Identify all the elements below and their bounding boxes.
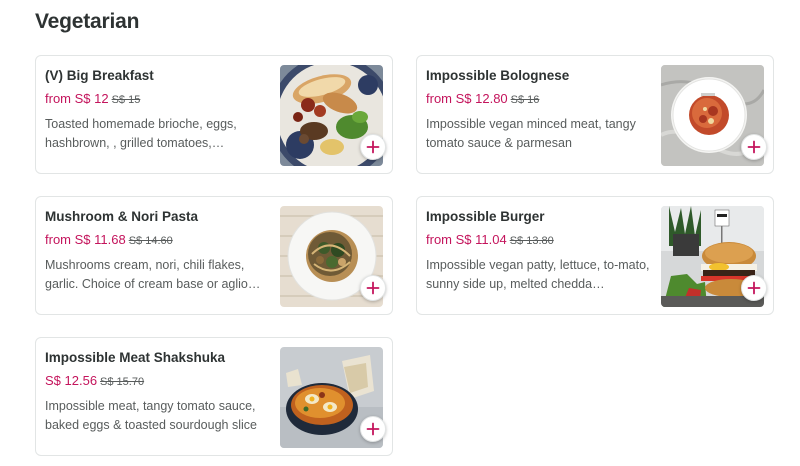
- add-to-cart-button[interactable]: [741, 134, 767, 160]
- menu-item-card[interactable]: Impossible Bolognese from S$ 12.80 S$ 16 …: [416, 55, 774, 174]
- plus-icon: [366, 281, 380, 295]
- menu-item-card[interactable]: Impossible Meat Shakshuka S$ 12.56 S$ 15.…: [35, 337, 393, 456]
- item-price: from S$ 11.04: [426, 232, 507, 247]
- item-old-price: S$ 15.70: [100, 376, 145, 388]
- menu-item-card[interactable]: Impossible Burger from S$ 11.04 S$ 13.80 …: [416, 196, 774, 315]
- item-name: Impossible Burger: [426, 209, 545, 224]
- item-old-price: S$ 13.80: [509, 235, 554, 247]
- item-description: Impossible meat, tangy tomato sauce, bak…: [45, 399, 257, 432]
- add-to-cart-button[interactable]: [741, 275, 767, 301]
- item-old-price: S$ 14.60: [128, 235, 173, 247]
- plus-icon: [747, 140, 761, 154]
- item-name: Mushroom & Nori Pasta: [45, 209, 199, 224]
- item-name: Impossible Meat Shakshuka: [45, 350, 226, 365]
- plus-icon: [366, 422, 380, 436]
- item-description: Mushrooms cream, nori, chili flakes, gar…: [45, 258, 261, 291]
- item-name: Impossible Bolognese: [426, 68, 570, 83]
- add-to-cart-button[interactable]: [360, 134, 386, 160]
- item-price: from S$ 11.68: [45, 232, 126, 247]
- item-price: S$ 12.56: [45, 373, 98, 388]
- add-to-cart-button[interactable]: [360, 275, 386, 301]
- menu-item-card[interactable]: Mushroom & Nori Pasta from S$ 11.68 S$ 14…: [35, 196, 393, 315]
- item-description: Impossible vegan patty, lettuce, to-mato…: [426, 258, 650, 291]
- menu-item-card[interactable]: (V) Big Breakfast from S$ 12 S$ 15 Toaste…: [35, 55, 393, 174]
- item-price: from S$ 12: [45, 91, 109, 106]
- item-name: (V) Big Breakfast: [45, 68, 154, 83]
- item-description: Toasted homemade brioche, eggs, hashbrow…: [45, 117, 237, 150]
- item-price: from S$ 12.80: [426, 91, 508, 106]
- item-old-price: S$ 15: [111, 94, 141, 106]
- item-description: Impossible vegan minced meat, tangy toma…: [426, 117, 636, 150]
- section-title: Vegetarian: [35, 10, 140, 33]
- plus-icon: [366, 140, 380, 154]
- plus-icon: [747, 281, 761, 295]
- add-to-cart-button[interactable]: [360, 416, 386, 442]
- item-old-price: S$ 16: [510, 94, 540, 106]
